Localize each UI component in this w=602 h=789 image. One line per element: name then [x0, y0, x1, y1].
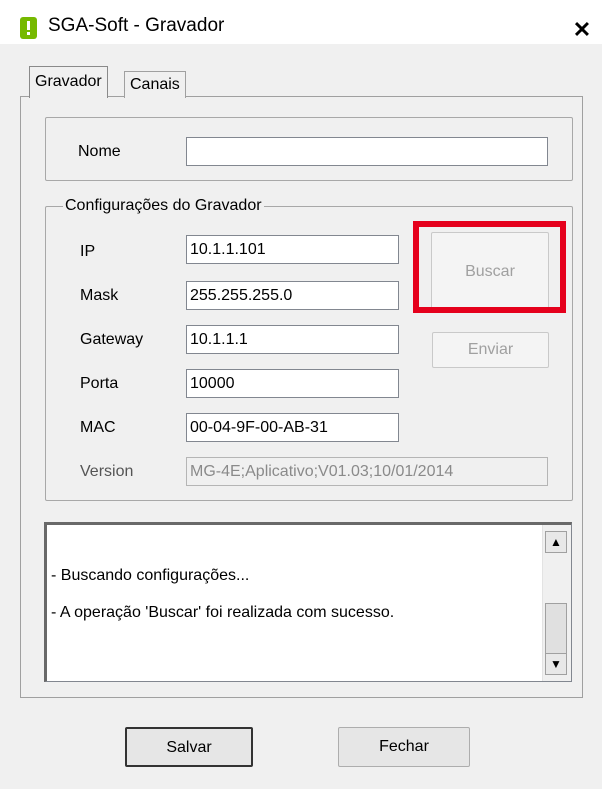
up-arrow-icon[interactable]: ▲ — [545, 531, 567, 553]
buscar-highlight-box — [413, 221, 566, 313]
down-arrow-icon[interactable]: ▼ — [545, 653, 567, 675]
config-group-title: Configurações do Gravador — [63, 197, 264, 215]
gateway-input[interactable] — [186, 325, 399, 354]
mac-input[interactable] — [186, 413, 399, 442]
mac-label: MAC — [80, 419, 116, 436]
salvar-button[interactable]: Salvar — [125, 727, 253, 767]
gateway-label: Gateway — [80, 331, 144, 348]
fechar-button[interactable]: Fechar — [338, 727, 470, 767]
tab-gravador[interactable]: Gravador — [29, 66, 108, 98]
mask-label: Mask — [80, 287, 119, 304]
dialog-window: SGA-Soft - Gravador ✕ Gravador Canais No… — [0, 0, 602, 789]
tab-canais[interactable]: Canais — [124, 71, 186, 98]
ip-input[interactable] — [186, 235, 399, 264]
mask-input[interactable] — [186, 281, 399, 310]
log-scrollbar[interactable]: ▲ ▼ — [542, 525, 571, 681]
enviar-button[interactable]: Enviar — [432, 332, 549, 368]
window-title: SGA-Soft - Gravador — [48, 15, 225, 36]
porta-label: Porta — [80, 375, 119, 392]
close-icon: ✕ — [572, 17, 592, 42]
log-line: - A operação 'Buscar' foi realizada com … — [51, 604, 395, 621]
app-icon — [20, 17, 37, 39]
ip-label: IP — [80, 243, 96, 260]
version-label: Version — [80, 463, 134, 480]
title-bar: SGA-Soft - Gravador ✕ — [0, 0, 602, 44]
log-textbox[interactable]: - Buscando configurações... - A operação… — [44, 522, 572, 682]
close-button[interactable]: ✕ — [569, 18, 595, 42]
log-line: - Buscando configurações... — [51, 567, 250, 584]
porta-input[interactable] — [186, 369, 399, 398]
version-field — [186, 457, 548, 486]
scrollbar-thumb[interactable] — [545, 603, 567, 655]
nome-label: Nome — [78, 143, 121, 160]
nome-input[interactable] — [186, 137, 548, 166]
